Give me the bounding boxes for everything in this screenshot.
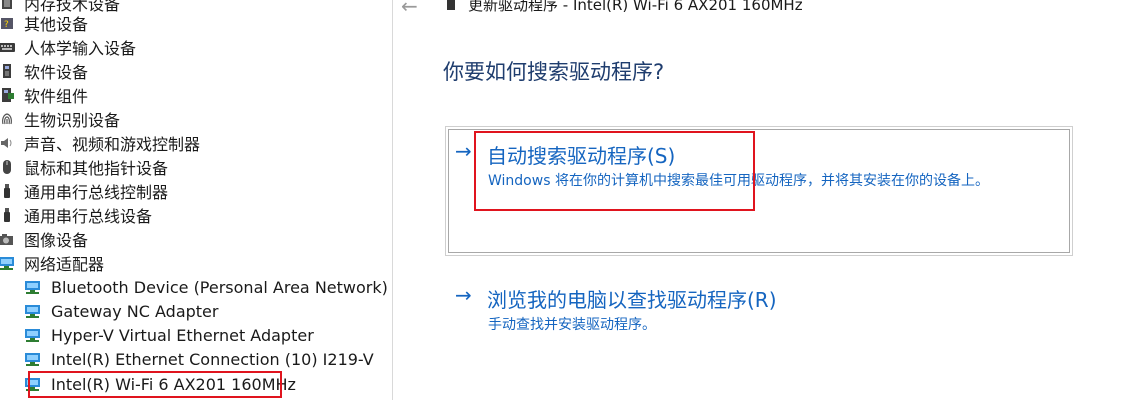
tree-item-label: 网络适配器 — [24, 255, 105, 274]
arrow-right-icon: → — [455, 283, 472, 307]
network-adapter-icon — [24, 302, 42, 320]
camera-icon — [0, 230, 16, 248]
tree-item-biometric[interactable]: 生物识别设备 — [0, 107, 120, 131]
mouse-icon — [0, 158, 16, 176]
tree-item-mice[interactable]: 鼠标和其他指针设备 — [0, 155, 168, 179]
software-device-icon — [0, 62, 16, 80]
tree-item-bluetooth-pan[interactable]: Bluetooth Device (Personal Area Network) — [24, 275, 388, 299]
tree-item-hyperv[interactable]: Hyper-V Virtual Ethernet Adapter — [24, 323, 314, 347]
tree-item-label: 人体学输入设备 — [24, 39, 137, 58]
tree-item-label: Bluetooth Device (Personal Area Network) — [51, 277, 388, 297]
update-driver-wizard: ← 更新驱动程序 - Intel(R) Wi-Fi 6 AX201 160MHz… — [393, 0, 1129, 400]
tree-item-audio[interactable]: 声音、视频和游戏控制器 — [0, 131, 200, 155]
software-component-icon — [0, 86, 16, 104]
tree-item-other-devices[interactable]: ? 其他设备 — [0, 11, 88, 35]
unknown-device-icon: ? — [0, 14, 16, 32]
tree-item-label: 通用串行总线控制器 — [24, 183, 169, 202]
tree-item-usb-devices[interactable]: 通用串行总线设备 — [0, 203, 152, 227]
network-adapter-icon — [0, 254, 16, 272]
tree-item-label: 声音、视频和游戏控制器 — [24, 135, 201, 154]
tree-item-usb-controllers[interactable]: 通用串行总线控制器 — [0, 179, 168, 203]
arrow-right-icon: → — [455, 139, 472, 163]
auto-search-title[interactable]: 自动搜索驱动程序(S) — [487, 140, 675, 169]
tree-item-label: 软件组件 — [24, 87, 89, 106]
browse-computer-description: 手动查找并安装驱动程序。 — [488, 317, 656, 333]
usb-icon — [0, 182, 16, 200]
tree-item-label: Intel(R) Ethernet Connection (10) I219-V — [51, 349, 374, 369]
tree-item-label: 其他设备 — [24, 15, 89, 34]
selected-device-highlight — [28, 371, 282, 398]
network-adapter-icon — [24, 326, 42, 344]
tree-item-label: 通用串行总线设备 — [24, 207, 153, 226]
tree-item-label: 鼠标和其他指针设备 — [24, 159, 169, 178]
tree-item-label: 生物识别设备 — [24, 111, 121, 130]
tree-item-hid[interactable]: 人体学输入设备 — [0, 35, 136, 59]
tree-item-imaging[interactable]: 图像设备 — [0, 227, 88, 251]
tree-item-label: 图像设备 — [24, 231, 89, 250]
tree-item-software-devices[interactable]: 软件设备 — [0, 59, 88, 83]
browse-computer-option[interactable]: 浏览我的电脑以查找驱动程序(R) — [487, 284, 777, 313]
tree-item-label: Gateway NC Adapter — [51, 301, 219, 321]
tree-item-label: Hyper-V Virtual Ethernet Adapter — [51, 325, 314, 345]
tree-item-label: 软件设备 — [24, 63, 89, 82]
network-adapter-icon — [24, 278, 42, 296]
tree-item-intel-ethernet[interactable]: Intel(R) Ethernet Connection (10) I219-V — [24, 347, 374, 371]
usb-icon — [0, 206, 16, 224]
tree-item-gateway-nc[interactable]: Gateway NC Adapter — [24, 299, 218, 323]
auto-search-description: Windows 将在你的计算机中搜索最佳可用驱动程序，并将其安装在你的设备上。 — [488, 173, 989, 189]
svg-text:?: ? — [4, 20, 9, 30]
tree-item-software-components[interactable]: 软件组件 — [0, 83, 88, 107]
device-tree: 内存技术设备 ? 其他设备 人体学输入设备 软件设备 软件组件 生物识别设备 声… — [0, 0, 392, 400]
wizard-title: 更新驱动程序 - Intel(R) Wi-Fi 6 AX201 160MHz — [468, 0, 803, 14]
network-adapter-icon — [444, 0, 458, 16]
tree-item-network-adapters[interactable]: 网络适配器 — [0, 251, 104, 275]
search-question-heading: 你要如何搜索驱动程序? — [443, 60, 665, 84]
network-adapter-icon — [24, 350, 42, 368]
speaker-icon — [0, 134, 16, 152]
keyboard-icon — [0, 38, 16, 56]
back-arrow-icon[interactable]: ← — [401, 0, 418, 18]
fingerprint-icon — [0, 110, 16, 128]
